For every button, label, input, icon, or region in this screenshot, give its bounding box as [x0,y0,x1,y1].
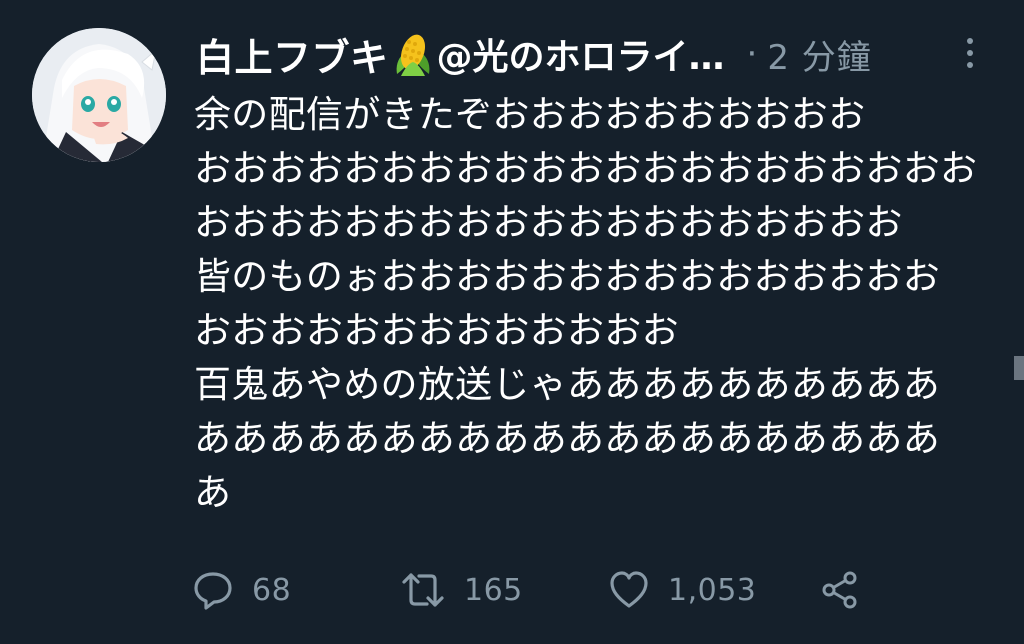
display-name[interactable]: 白上フブキ [196,27,389,82]
tweet-text-line: 皆のものぉおおおおおおおおおおおおおおお [194,255,940,298]
reply-icon [192,570,234,610]
heart-icon [608,570,650,610]
tweet-text-line: 余の配信がきたぞおおおおおおおおおお [194,93,866,136]
corn-icon [393,32,433,76]
like-button[interactable]: 1,053 [608,562,756,618]
retweet-count: 165 [464,572,523,608]
tweet-actions: 68 165 1,053 [192,562,892,618]
tweet-header: 白上フブキ @光のホロライ… · 2 分鐘 [196,26,976,82]
avatar-image [32,28,166,162]
separator-dot: · [746,34,758,74]
reply-count: 68 [252,572,292,608]
share-icon [820,570,860,610]
tweet-text-line: おおおおおおおおおおおおおおおおおおお [194,201,903,244]
user-handle[interactable]: @光のホロライ… [437,28,725,80]
tweet-card[interactable]: 白上フブキ @光のホロライ… · 2 分鐘 余の配信がきたぞおおおおおおおおおお… [0,0,1024,644]
tweet-text-line: ああああああああああああああああああああ [194,417,940,460]
avatar[interactable] [32,28,166,162]
share-button[interactable] [820,562,860,618]
tweet-text-line: おおおおおおおおおおおおおおおおおおおおお [194,147,978,190]
reply-button[interactable]: 68 [192,562,291,618]
like-count: 1,053 [668,572,757,608]
tweet-text: 余の配信がきたぞおおおおおおおおおお おおおおおおおおおおおおおおおおおおおおお… [194,88,994,520]
tweet-text-line: 百鬼あやめの放送じゃああああああああああ [194,363,940,406]
retweet-button[interactable]: 165 [400,562,523,618]
more-options-icon[interactable] [962,36,978,72]
retweet-icon [400,570,446,610]
timestamp[interactable]: 2 分鐘 [767,30,871,79]
tweet-text-line: あ [194,471,232,514]
tweet-text-line: おおおおおおおおおおおおお [194,309,679,352]
scrollbar-thumb[interactable] [1014,356,1024,380]
